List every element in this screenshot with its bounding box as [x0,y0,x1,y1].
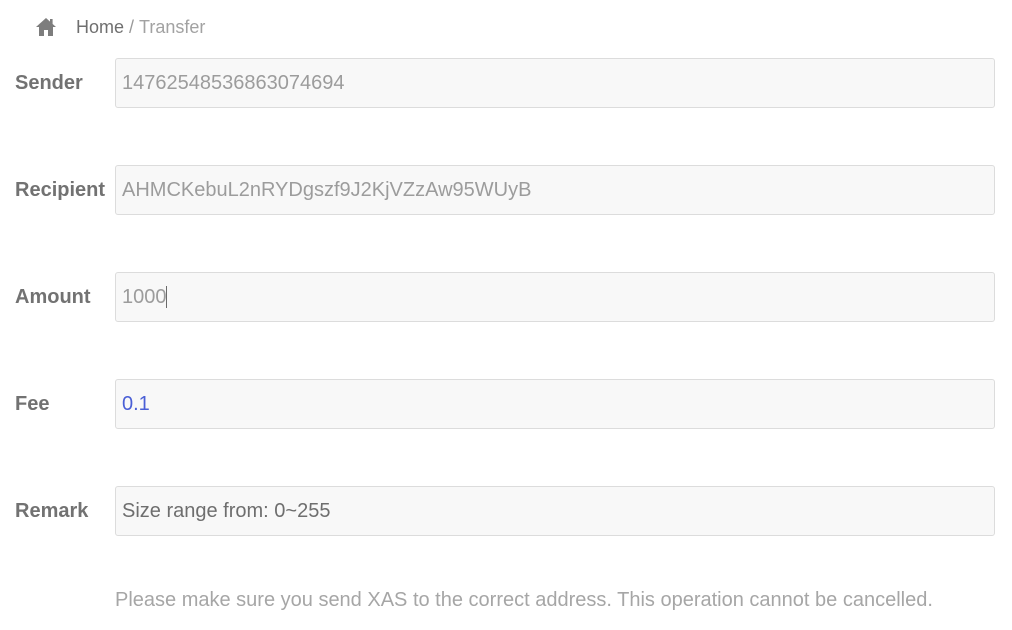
home-icon[interactable] [34,15,58,39]
amount-field[interactable] [115,272,995,322]
fee-field[interactable] [115,379,995,429]
remark-field[interactable] [115,486,995,536]
remark-label: Remark [15,500,89,522]
transfer-page: Home / Transfer Sender Recipient Amount … [0,0,1012,630]
recipient-field[interactable] [115,165,995,215]
sender-label: Sender [15,72,83,94]
sender-field[interactable] [115,58,995,108]
breadcrumb-home-link[interactable]: Home [76,17,124,38]
recipient-label: Recipient [15,179,106,201]
amount-label: Amount [15,286,91,308]
fee-row: Fee [0,379,1012,429]
breadcrumb-separator: / [129,16,135,37]
fee-label: Fee [15,393,50,415]
remark-row: Remark [0,486,1012,536]
sender-row: Sender [0,58,1012,108]
breadcrumb: Home / Transfer [34,14,205,40]
amount-row: Amount [0,272,1012,322]
recipient-row: Recipient [0,165,1012,215]
warning-note: Please make sure you send XAS to the cor… [115,589,933,611]
breadcrumb-current-page: Transfer [139,16,206,37]
text-cursor [166,286,167,308]
